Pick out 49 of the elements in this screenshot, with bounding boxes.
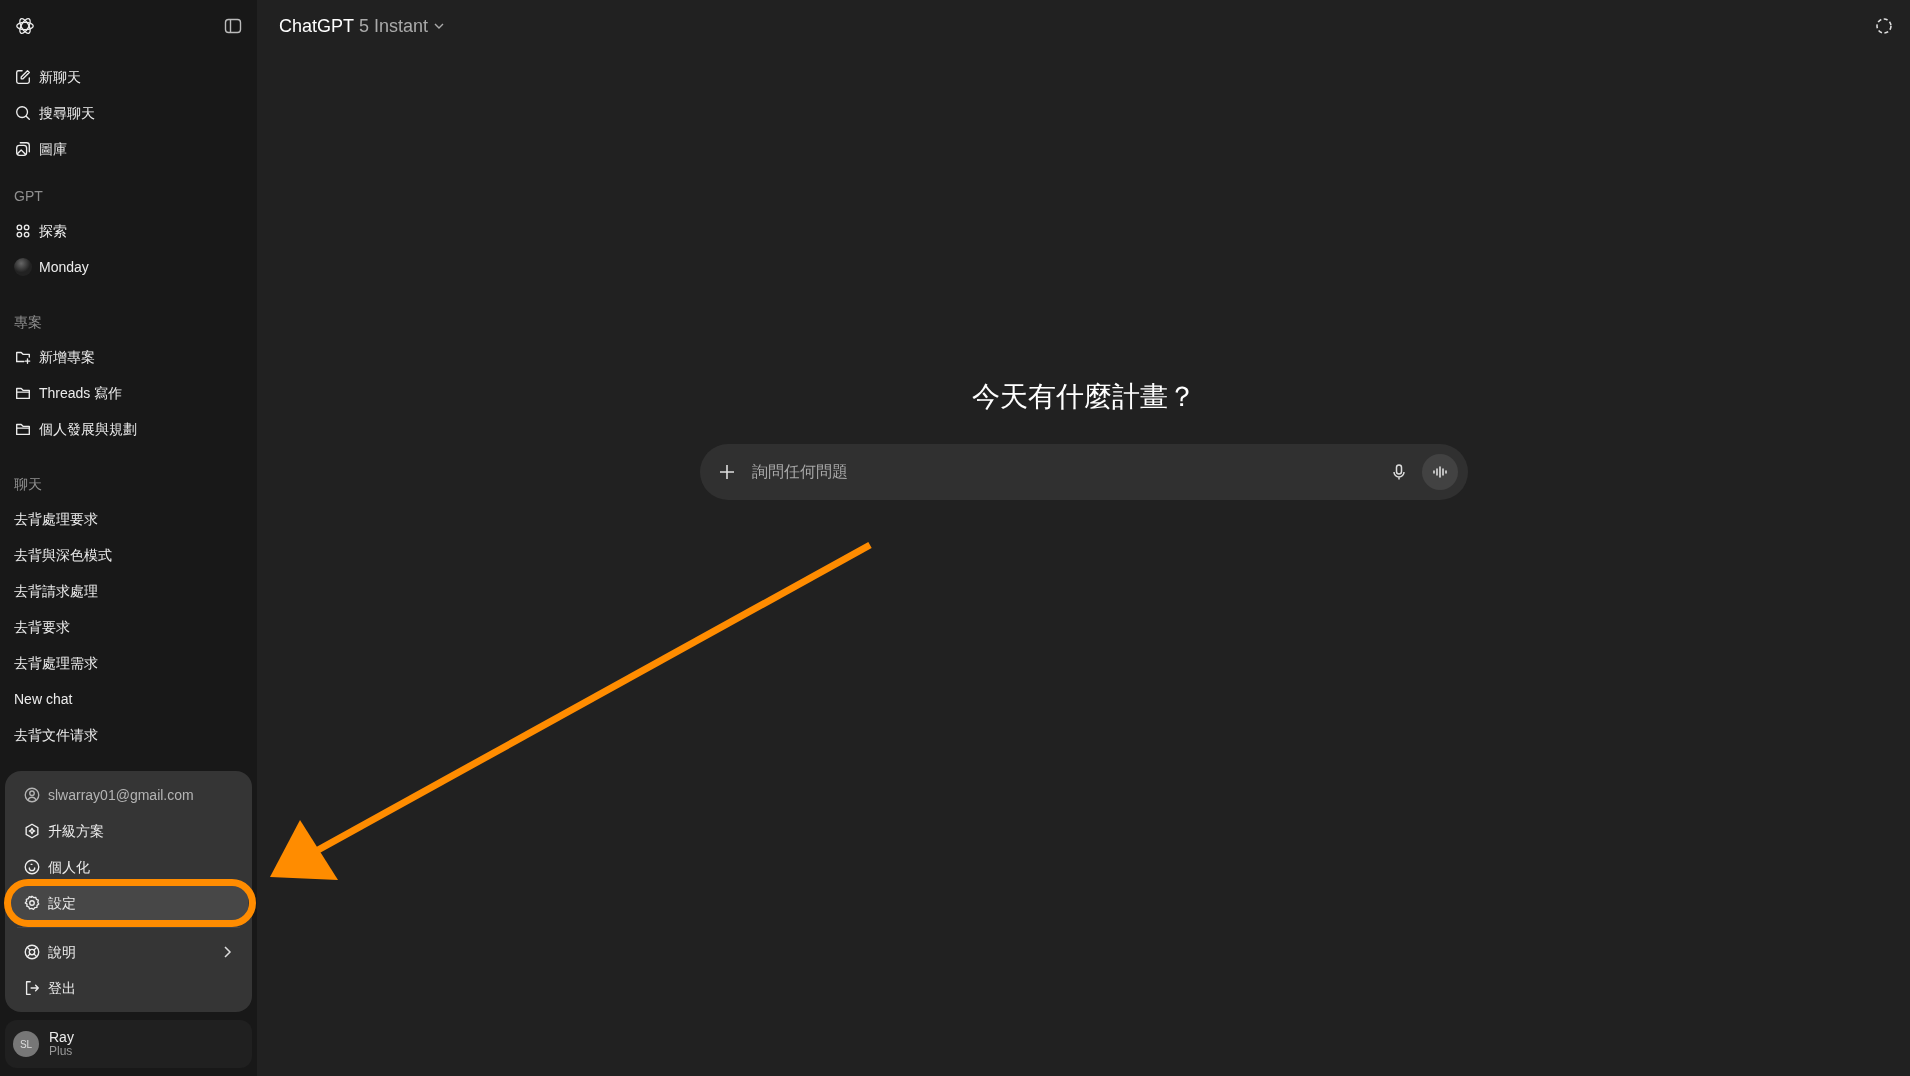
- personalize-icon: [23, 858, 41, 876]
- chat-item[interactable]: 去背處理要求: [0, 501, 257, 537]
- user-name: Ray: [49, 1029, 74, 1046]
- menu-item[interactable]: 登出: [9, 970, 248, 1006]
- add-icon[interactable]: [717, 462, 736, 481]
- menu-item[interactable]: 說明: [9, 934, 248, 970]
- section-heading: GPT: [13, 187, 44, 206]
- user-circle-icon: [23, 786, 41, 804]
- sidebar-item[interactable]: 新聊天: [0, 59, 257, 95]
- grid-icon: [14, 222, 32, 240]
- sidebar-item[interactable]: 探索: [0, 213, 257, 249]
- voice-mode-button[interactable]: [1421, 453, 1458, 490]
- sidebar-item[interactable]: 圖庫: [0, 131, 257, 167]
- menu-item[interactable]: 升級方案: [9, 813, 248, 849]
- message-input[interactable]: 詢問任何問題: [749, 458, 1376, 485]
- composer-bar[interactable]: 詢問任何問題: [699, 443, 1468, 500]
- upgrade-icon: [23, 822, 41, 840]
- settings-icon: [23, 894, 41, 912]
- plan-label: Plus: [49, 1045, 73, 1059]
- search-icon: [14, 104, 32, 122]
- sidebar-item[interactable]: Threads 寫作: [0, 375, 257, 411]
- chat-item[interactable]: New chat: [0, 681, 257, 717]
- sidebar-item[interactable]: 搜尋聊天: [0, 95, 257, 131]
- section-heading: 聊天: [13, 475, 43, 494]
- sidebar-toggle-icon[interactable]: [223, 16, 243, 36]
- model-selector[interactable]: ChatGPT 5 Instant: [273, 11, 452, 41]
- temporary-chat-icon[interactable]: [1874, 16, 1894, 36]
- edit-icon: [14, 68, 32, 86]
- chat-item[interactable]: 去背處理需求: [0, 645, 257, 681]
- chat-item[interactable]: 去背要求: [0, 609, 257, 645]
- chat-item[interactable]: 去背與深色模式: [0, 537, 257, 573]
- logo-icon[interactable]: [14, 15, 36, 37]
- avatar: SL: [13, 1031, 39, 1057]
- chat-item[interactable]: 去背文件请求: [0, 717, 257, 753]
- sidebar-item[interactable]: Monday: [0, 249, 257, 285]
- section-heading: 專案: [13, 313, 43, 332]
- menu-item[interactable]: 個人化: [9, 849, 248, 885]
- images-icon: [14, 140, 32, 158]
- avatar-icon: [14, 258, 32, 276]
- greeting-heading: 今天有什麼計畫？: [971, 380, 1196, 414]
- menu-item[interactable]: 設定: [9, 885, 248, 921]
- sidebar-item[interactable]: 個人發展與規劃: [0, 411, 257, 447]
- menu-item[interactable]: slwarray01@gmail.com: [9, 777, 248, 813]
- logout-icon: [23, 979, 41, 997]
- lifebuoy-icon: [23, 943, 41, 961]
- sidebar-item[interactable]: 新增專案: [0, 339, 257, 375]
- chat-item[interactable]: 去背請求處理: [0, 573, 257, 609]
- profile-card[interactable]: SL Ray Plus: [5, 1020, 252, 1068]
- waveform-icon: [1431, 463, 1448, 480]
